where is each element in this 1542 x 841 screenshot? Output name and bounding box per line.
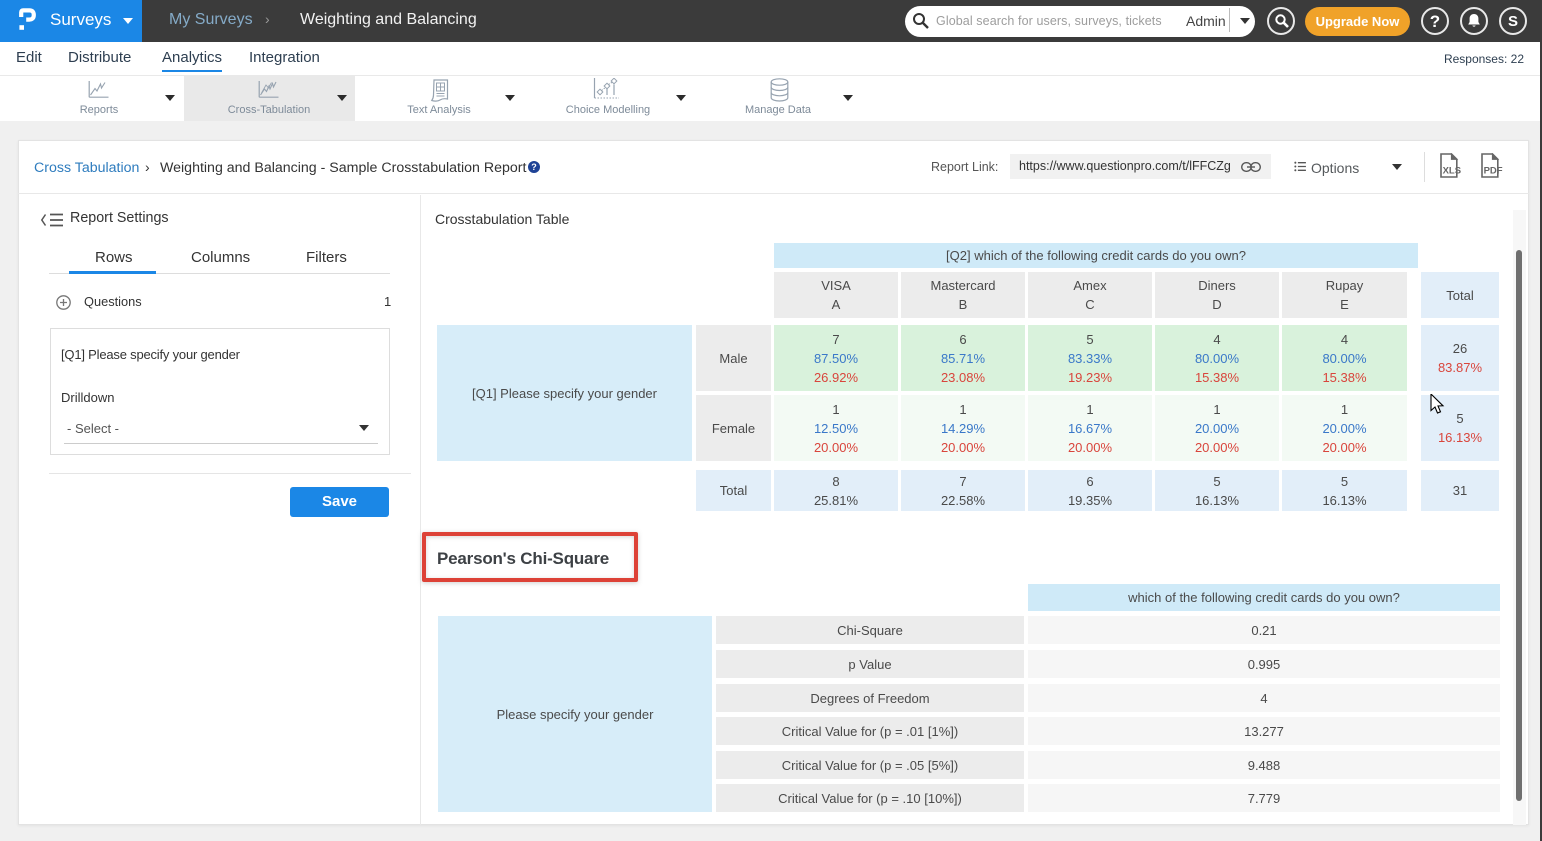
svg-text:XLS: XLS bbox=[1443, 166, 1461, 177]
svg-text:PDF: PDF bbox=[1484, 166, 1503, 177]
